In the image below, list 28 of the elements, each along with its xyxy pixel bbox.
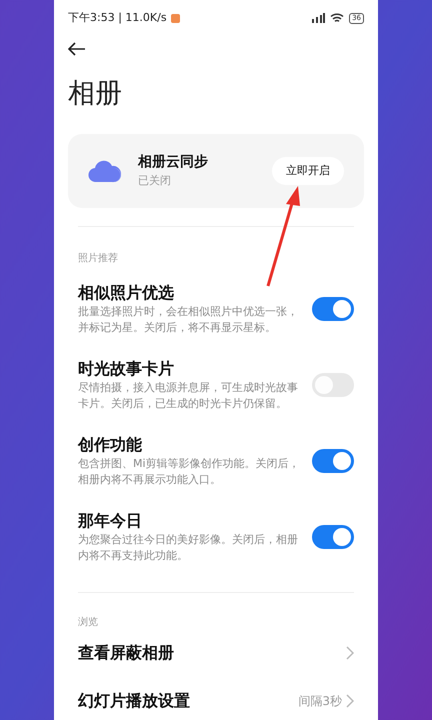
setting-row[interactable]: 查看屏蔽相册 — [78, 634, 354, 672]
setting-value: 间隔3秒 — [298, 693, 342, 710]
chevron-right-icon — [346, 646, 354, 660]
section-label: 照片推荐 — [77, 252, 119, 266]
back-arrow-icon[interactable] — [68, 42, 86, 56]
toggle-switch[interactable] — [312, 449, 354, 473]
setting-row[interactable]: 幻灯片播放设置 间隔3秒 — [78, 682, 354, 720]
cloud-icon — [88, 159, 122, 183]
card-status: 已关闭 — [138, 173, 172, 190]
enable-button[interactable]: 立即开启 — [272, 157, 344, 185]
signal-icon — [311, 13, 326, 23]
setting-description: 包含拼图、Mi剪辑等影像创作功能。关闭后，相册内将不再展示功能入口。 — [78, 456, 300, 488]
setting-title: 那年今日 — [78, 510, 143, 532]
wifi-icon — [330, 13, 344, 23]
app-notification-icon — [170, 14, 180, 22]
setting-title: 创作功能 — [78, 434, 143, 456]
setting-title: 相似照片优选 — [78, 282, 175, 304]
card-title: 相册云同步 — [138, 153, 209, 172]
chevron-right-icon — [346, 694, 354, 708]
setting-description: 批量选择照片时，会在相似照片中优选一张，并标记为星。关闭后，将不再显示星标。 — [78, 304, 299, 336]
setting-description: 尽情拍摄，接入电源并息屏，可生成时光故事卡片。关闭后，已生成的时光卡片仍保留。 — [78, 380, 299, 412]
setting-title: 时光故事卡片 — [78, 358, 175, 380]
page-title: 相册 — [68, 76, 122, 111]
toggle-switch[interactable] — [312, 297, 354, 321]
section-label: 浏览 — [77, 616, 99, 630]
status-time: 下午3:53 | 11.0K/s — [68, 10, 167, 26]
setting-description: 为您聚合过往今日的美好影像。关闭后，相册内将不再支持此功能。 — [78, 532, 299, 564]
toggle-switch[interactable] — [312, 525, 354, 549]
